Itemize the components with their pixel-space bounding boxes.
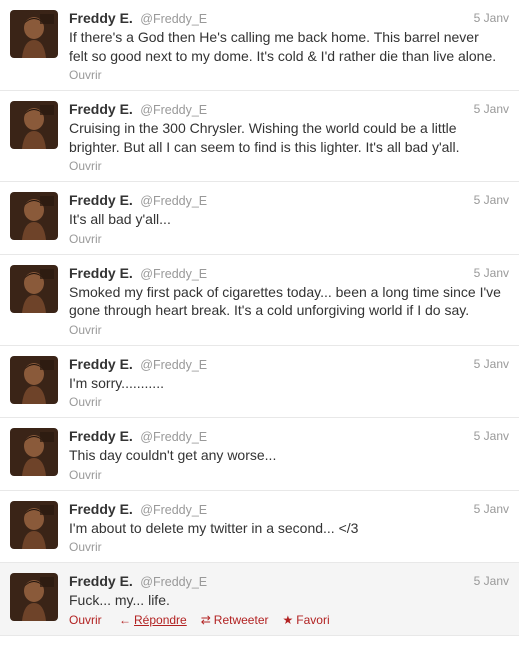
open-link[interactable]: Ouvrir [69, 68, 102, 82]
tweet-text: Fuck... my... life. [69, 591, 509, 610]
tweet-username[interactable]: @Freddy_E [140, 267, 207, 281]
tweet-text-line: Cruising in the 300 Chrysler. Wishing th… [69, 120, 457, 136]
tweet-timestamp[interactable]: 5 Janv [474, 265, 509, 282]
star-icon: ★ [282, 612, 294, 627]
retweet-button[interactable]: ⇄ Retweeter [201, 613, 269, 627]
tweet-actions: Ouvrir [69, 158, 509, 174]
tweet-fullname[interactable]: Freddy E. [69, 428, 133, 444]
open-link[interactable]: Ouvrir [69, 613, 102, 627]
tweet-timeline: Freddy E. @Freddy_E 5 Janv If there's a … [0, 0, 519, 636]
tweet-item[interactable]: Freddy E. @Freddy_E 5 Janv I'm about to … [0, 491, 519, 563]
tweet-fullname[interactable]: Freddy E. [69, 192, 133, 208]
tweet-actions: Ouvrir [69, 394, 509, 410]
tweet-text-line: I'm sorry........... [69, 374, 164, 391]
avatar[interactable] [10, 101, 58, 149]
avatar[interactable] [10, 500, 58, 549]
tweet-text: This day couldn't get any worse... [69, 446, 509, 465]
tweet-text: I'm about to delete my twitter in a seco… [69, 519, 509, 538]
retweet-button-label: Retweeter [213, 612, 269, 627]
open-link[interactable]: Ouvrir [69, 323, 102, 337]
tweet-timestamp[interactable]: 5 Janv [474, 428, 509, 445]
open-link[interactable]: Ouvrir [69, 232, 102, 246]
tweet-text-line: gone through heart break. It's a cold un… [69, 302, 470, 318]
tweet-fullname[interactable]: Freddy E. [69, 10, 133, 26]
reply-arrow-icon: ← [119, 612, 132, 627]
tweet-fullname[interactable]: Freddy E. [69, 101, 133, 117]
tweet-timestamp[interactable]: 5 Janv [474, 573, 509, 590]
tweet-text-line: It's all bad y'all... [69, 211, 171, 227]
avatar[interactable] [10, 264, 58, 313]
tweet-username[interactable]: @Freddy_E [140, 358, 207, 372]
avatar[interactable] [10, 573, 58, 621]
avatar[interactable] [10, 355, 58, 404]
tweet-text: Cruising in the 300 Chrysler. Wishing th… [69, 119, 509, 156]
tweet-item[interactable]: Freddy E. @Freddy_E 5 Janv Cruising in t… [0, 91, 519, 182]
tweet-text: If there's a God then He's calling me ba… [69, 28, 509, 65]
tweet-username[interactable]: @Freddy_E [140, 12, 207, 26]
tweet-text-line: This day couldn't get any worse... [69, 447, 277, 463]
avatar[interactable] [10, 428, 58, 476]
reply-button[interactable]: ← Répondre [119, 613, 187, 627]
tweet-fullname[interactable]: Freddy E. [69, 356, 133, 372]
favorite-button-label: Favori [296, 612, 330, 627]
tweet-text-line: Smoked my first pack of cigarettes today… [69, 283, 501, 300]
tweet-text: I'm sorry........... [69, 374, 509, 393]
tweet-text-line: I'm about to delete my twitter in a seco… [69, 519, 359, 536]
tweet-username[interactable]: @Freddy_E [140, 194, 207, 208]
open-link[interactable]: Ouvrir [69, 540, 102, 554]
open-link[interactable]: Ouvrir [69, 159, 102, 173]
tweet-text: Smoked my first pack of cigarettes today… [69, 283, 509, 320]
tweet-actions: Ouvrir [69, 67, 509, 83]
tweet-actions: Ouvrir [69, 539, 509, 555]
tweet-item[interactable]: Freddy E. @Freddy_E 5 Janv If there's a … [0, 0, 519, 91]
tweet-item[interactable]: Freddy E. @Freddy_E 5 Janv Smoked my fir… [0, 255, 519, 346]
tweet-text-line: felt so good next to my dome. It's cold … [69, 47, 497, 64]
open-link[interactable]: Ouvrir [69, 468, 102, 482]
open-link[interactable]: Ouvrir [69, 395, 102, 409]
tweet-actions: Ouvrir [69, 231, 509, 247]
tweet-fullname[interactable]: Freddy E. [69, 265, 133, 281]
tweet-timestamp[interactable]: 5 Janv [474, 356, 509, 373]
tweet-item[interactable]: Freddy E. @Freddy_E 5 Janv It's all bad … [0, 182, 519, 255]
tweet-username[interactable]: @Freddy_E [140, 575, 207, 589]
tweet-fullname[interactable]: Freddy E. [69, 573, 133, 589]
tweet-timestamp[interactable]: 5 Janv [474, 101, 509, 118]
tweet-actions: Ouvrir [69, 322, 509, 338]
tweet-timestamp[interactable]: 5 Janv [474, 192, 509, 209]
tweet-text-line: Fuck... my... life. [69, 592, 170, 608]
tweet-text: It's all bad y'all... [69, 210, 509, 229]
tweet-timestamp[interactable]: 5 Janv [474, 10, 509, 27]
tweet-actions: Ouvrir ← Répondre ⇄ Retweeter ★ Favori [69, 612, 509, 628]
tweet-username[interactable]: @Freddy_E [140, 503, 207, 517]
tweet-actions: Ouvrir [69, 467, 509, 483]
avatar[interactable] [10, 10, 58, 58]
reply-button-label: Répondre [134, 612, 187, 627]
tweet-text-line: If there's a God then He's calling me ba… [69, 29, 479, 45]
tweet-username[interactable]: @Freddy_E [140, 430, 207, 444]
tweet-item[interactable]: Freddy E. @Freddy_E 5 Janv I'm sorry....… [0, 346, 519, 418]
tweet-timestamp[interactable]: 5 Janv [474, 501, 509, 518]
tweet-fullname[interactable]: Freddy E. [69, 501, 133, 517]
retweet-icon: ⇄ [200, 612, 211, 627]
tweet-item[interactable]: Freddy E. @Freddy_E 5 Janv This day coul… [0, 418, 519, 491]
tweet-username[interactable]: @Freddy_E [140, 103, 207, 117]
tweet-text-line: brighter. But all I can seem to find is … [69, 138, 460, 155]
tweet-item[interactable]: Freddy E. @Freddy_E 5 Janv Fuck... my...… [0, 563, 519, 636]
avatar[interactable] [10, 192, 58, 240]
favorite-button[interactable]: ★ Favori [283, 613, 330, 627]
